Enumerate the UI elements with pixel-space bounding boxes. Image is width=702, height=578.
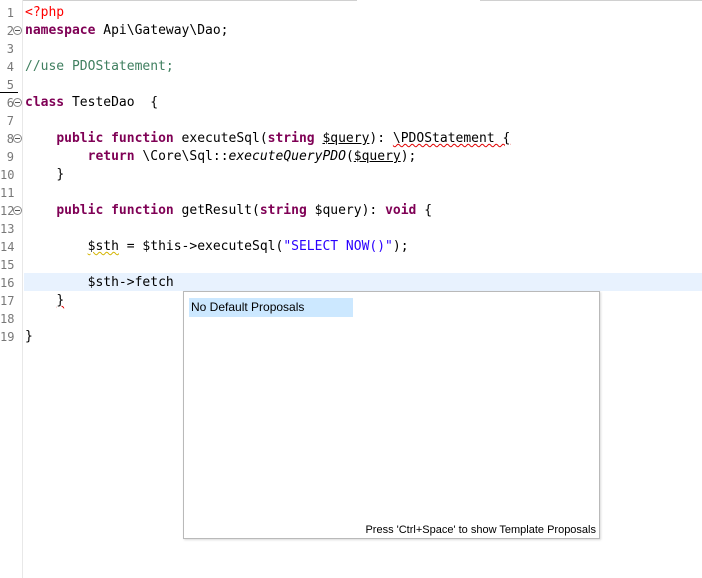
line-number: 12	[0, 204, 15, 218]
error-return-type[interactable]: \PDOStatement {	[393, 131, 510, 146]
class-name: Sql	[189, 149, 213, 164]
code-text: );	[400, 149, 417, 164]
code-text: ):	[369, 131, 393, 146]
code-line-19[interactable]: }	[25, 328, 33, 346]
top-rule	[480, 0, 702, 1]
line-number: 16	[0, 276, 15, 290]
code-text: );	[392, 239, 409, 254]
line-number: 10	[0, 168, 15, 182]
fold-toggle-icon[interactable]	[13, 206, 22, 215]
keyword: string	[259, 203, 307, 218]
line-number: 2	[6, 24, 14, 38]
code-text: executeSql(	[173, 131, 268, 146]
line-number: 17	[0, 294, 15, 308]
keyword: namespace	[25, 23, 96, 38]
string-literal: "SELECT NOW()"	[283, 239, 393, 254]
code-line-6[interactable]: class TesteDao {	[25, 94, 158, 112]
fold-toggle-icon[interactable]	[13, 134, 22, 143]
code-text: {	[416, 203, 433, 218]
code-line-2[interactable]: namespace Api\Gateway\Dao;	[25, 22, 229, 40]
code-line-16[interactable]: $sth->fetch	[25, 274, 174, 292]
code-text: ):	[361, 203, 386, 218]
code-text: TesteDao {	[64, 95, 159, 110]
line-number: 4	[6, 60, 14, 74]
code-line-10[interactable]: }	[25, 166, 64, 184]
line-number: 6	[6, 96, 14, 110]
code-text: }	[25, 329, 33, 344]
code-text: }	[56, 167, 65, 182]
code-text: ::	[212, 149, 229, 164]
template-proposals-hint: Press 'Ctrl+Space' to show Template Prop…	[365, 524, 596, 536]
keyword: public	[56, 131, 104, 146]
comment: //use PDOStatement;	[25, 59, 174, 74]
code-line-9[interactable]: return \Core\Sql::executeQueryPDO($query…	[25, 148, 417, 166]
fold-toggle-icon[interactable]	[13, 98, 22, 107]
line-marker	[0, 92, 18, 93]
code-line-14[interactable]: $sth = $this->executeSql("SELECT NOW()")…	[25, 238, 409, 256]
line-number: 9	[6, 150, 14, 164]
code-line-17[interactable]: }	[25, 292, 64, 310]
keyword: function	[111, 203, 174, 218]
code-line-1[interactable]: <?php	[25, 4, 64, 22]
variable: $query	[353, 149, 401, 164]
code-text: \Core\	[134, 149, 190, 164]
fold-toggle-icon[interactable]	[13, 26, 22, 35]
code-text: $sth->fetch	[87, 275, 174, 290]
keyword: public	[56, 203, 104, 218]
line-number: 11	[0, 186, 15, 200]
code-line-12[interactable]: public function getResult(string $query)…	[25, 202, 432, 220]
top-rule	[22, 0, 357, 1]
line-number: 1	[6, 6, 14, 20]
line-number: 3	[6, 42, 14, 56]
line-number: 8	[6, 132, 14, 146]
static-call: executeQueryPDO	[228, 149, 346, 164]
line-number: 18	[0, 312, 15, 326]
code-text: = $this->executeSql(	[118, 239, 284, 254]
keyword: function	[111, 131, 174, 146]
line-number: 7	[6, 114, 14, 128]
code-line-4[interactable]: //use PDOStatement;	[25, 58, 174, 76]
variable: $query	[306, 203, 362, 218]
line-number: 14	[0, 240, 15, 254]
keyword: class	[25, 95, 65, 110]
proposal-item[interactable]: No Default Proposals	[189, 298, 353, 317]
code-line-8[interactable]: public function executeSql(string $query…	[25, 130, 510, 148]
keyword: return	[87, 149, 135, 164]
php-open-tag: <?php	[25, 5, 65, 20]
code-text: Api\Gateway\Dao;	[95, 23, 229, 38]
variable: $query	[322, 131, 370, 146]
code-text: (	[345, 149, 354, 164]
content-assist-popup[interactable]: No Default Proposals Press 'Ctrl+Space' …	[183, 291, 600, 539]
keyword: void	[385, 203, 417, 218]
line-number: 13	[0, 222, 15, 236]
error-brace[interactable]: }	[56, 293, 64, 308]
code-text: getResult(	[173, 203, 260, 218]
line-number: 19	[0, 330, 15, 344]
line-number: 15	[0, 258, 15, 272]
variable: $sth	[87, 239, 119, 254]
keyword: string	[267, 131, 315, 146]
